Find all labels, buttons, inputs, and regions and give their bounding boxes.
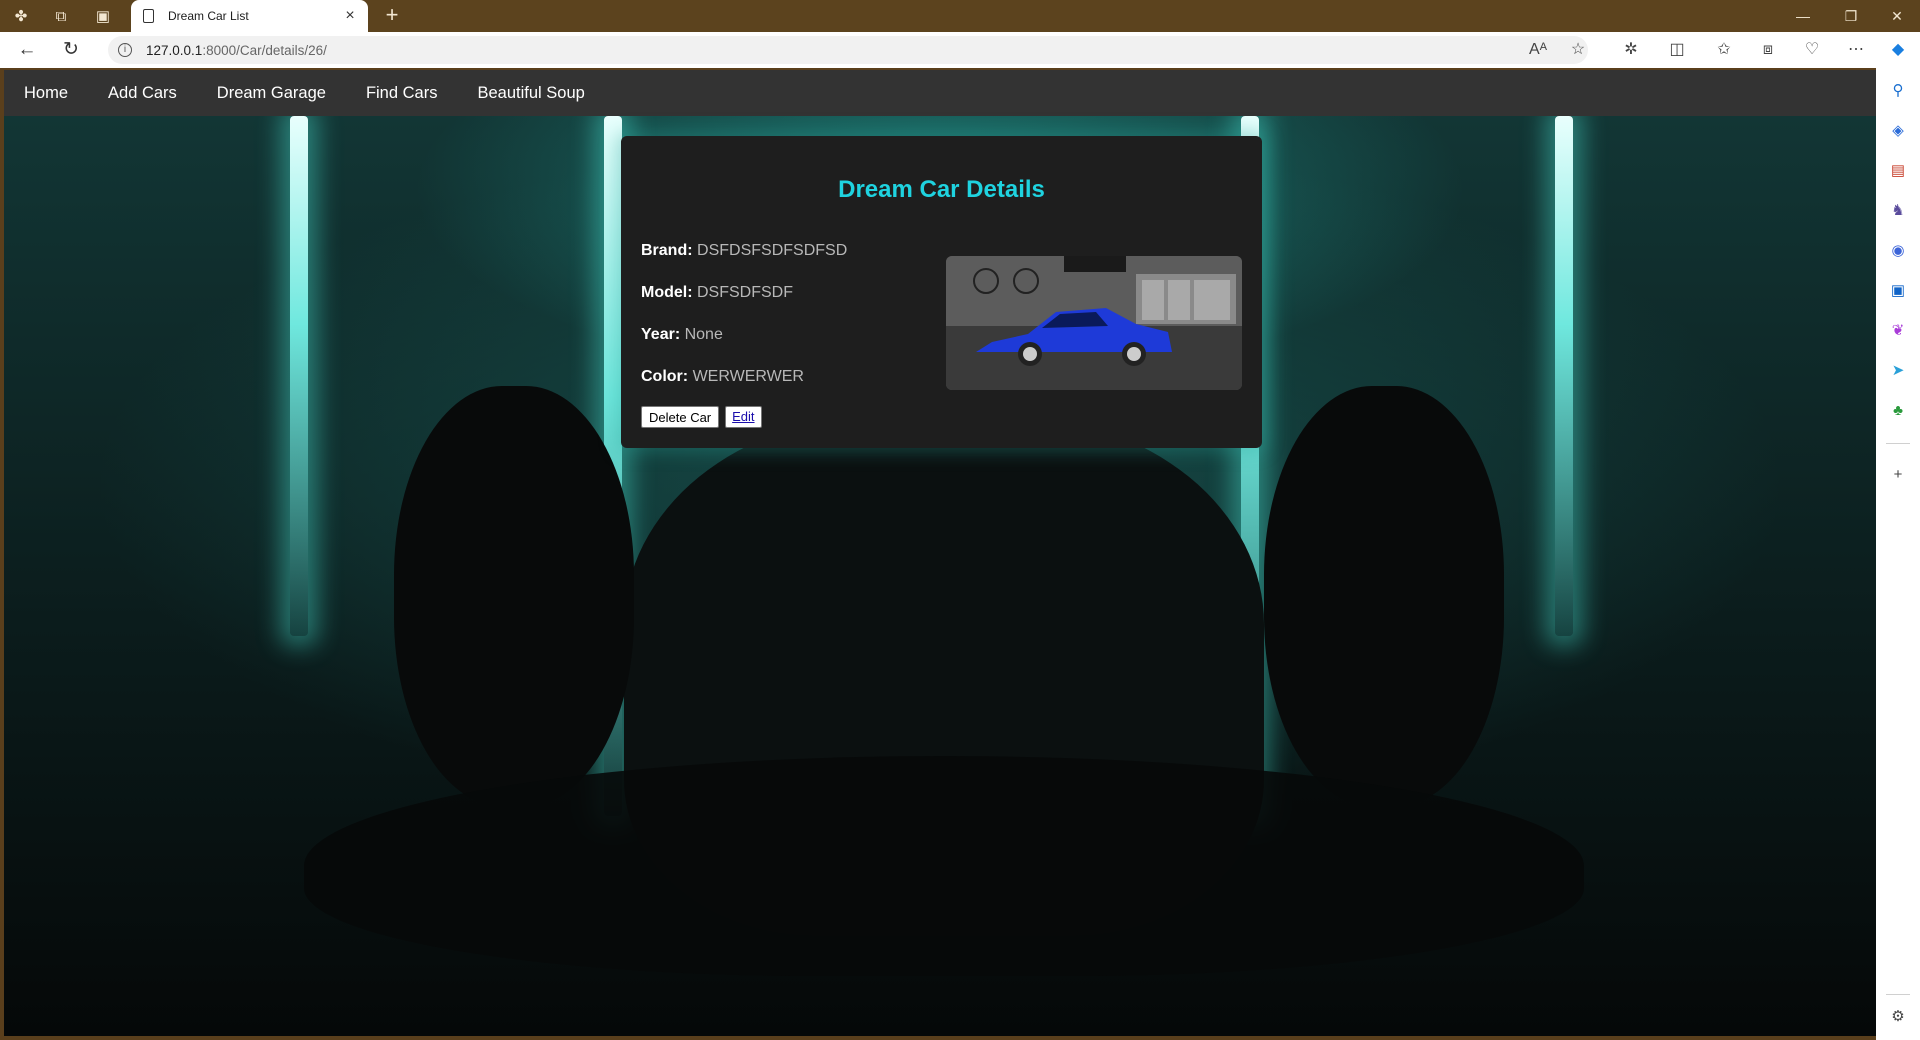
read-aloud-icon[interactable]: Aᴬ	[1526, 38, 1550, 62]
favorite-star-icon[interactable]: ☆	[1566, 38, 1590, 62]
nav-add-cars[interactable]: Add Cars	[88, 70, 197, 116]
car-silhouette-wheel-right	[1264, 386, 1504, 806]
color-label: Color:	[641, 368, 689, 385]
refresh-icon[interactable]: ↻	[58, 38, 84, 62]
copilot-icon[interactable]: ◆	[1886, 38, 1910, 62]
car-image	[946, 256, 1242, 390]
sidebar-divider	[1886, 994, 1910, 995]
card-title: Dream Car Details	[838, 176, 1045, 203]
model-value: DSFSDFSDF	[697, 284, 793, 301]
page-viewport: Home Add Cars Dream Garage Find Cars Bea…	[4, 70, 1876, 1036]
color-field: Color: WERWERWER	[641, 368, 804, 386]
tab-actions-icon[interactable]: ▣	[92, 5, 114, 27]
send-icon[interactable]: ➤	[1887, 360, 1909, 382]
car-details-card: Dream Car Details Brand: DSFDSFSDFSDFSD …	[621, 136, 1262, 448]
tag-icon[interactable]: ◈	[1887, 120, 1909, 142]
collections-icon[interactable]: ⧈	[1756, 38, 1780, 62]
year-label: Year:	[641, 326, 681, 343]
browser-tab[interactable]: Dream Car List ×	[131, 0, 368, 32]
car-illustration	[946, 256, 1242, 390]
site-info-icon[interactable]: i	[118, 43, 132, 57]
settings-icon[interactable]: ⚙	[1887, 1006, 1909, 1028]
search-icon[interactable]: ⚲	[1887, 80, 1909, 102]
outlook-icon[interactable]: ▣	[1887, 280, 1909, 302]
address-toolbar: ← ↻ i 127.0.0.1:8000/Car/details/26/ Aᴬ …	[0, 32, 1920, 68]
favorites-icon[interactable]: ✩	[1712, 38, 1736, 62]
nav-home[interactable]: Home	[4, 70, 88, 116]
url-path: :8000/Car/details/26/	[202, 42, 327, 58]
car-silhouette-wing	[304, 756, 1584, 976]
brand-field: Brand: DSFDSFSDFSDFSD	[641, 242, 847, 260]
address-bar[interactable]: i 127.0.0.1:8000/Car/details/26/	[108, 36, 1588, 64]
more-menu-icon[interactable]: ⋯	[1844, 38, 1868, 62]
car-silhouette-wheel-left	[394, 386, 634, 806]
plus-icon[interactable]: +	[1887, 464, 1909, 486]
neon-light	[290, 116, 308, 636]
sidebar-divider	[1886, 443, 1910, 444]
drop-icon[interactable]: ❦	[1887, 320, 1909, 342]
profile-icon[interactable]: ✤	[10, 5, 32, 27]
toolbox-icon[interactable]: ▤	[1887, 160, 1909, 182]
page-icon	[143, 9, 154, 23]
year-field: Year: None	[641, 326, 723, 344]
delete-car-button[interactable]: Delete Car	[641, 406, 720, 428]
extensions-icon[interactable]: ✲	[1619, 38, 1643, 62]
minimize-icon[interactable]: —	[1788, 6, 1818, 26]
nav-find-cars[interactable]: Find Cars	[346, 70, 458, 116]
tab-title: Dream Car List	[168, 9, 249, 23]
brand-value: DSFDSFSDFSDFSD	[697, 242, 848, 259]
nav-dream-garage[interactable]: Dream Garage	[197, 70, 346, 116]
restore-icon[interactable]: ❐	[1836, 6, 1866, 26]
browser-titlebar: ✤ ⧉ ▣ Dream Car List × + — ❐ ✕	[0, 0, 1920, 32]
chess-icon[interactable]: ♞	[1887, 200, 1909, 222]
new-tab-icon[interactable]: +	[380, 4, 404, 28]
browser-sidebar: ⚲ ◈ ▤ ♞ ◉ ▣ ❦ ➤ ♣ + ⚙	[1876, 68, 1920, 1040]
close-window-icon[interactable]: ✕	[1882, 6, 1912, 26]
nav-beautiful-soup[interactable]: Beautiful Soup	[457, 70, 604, 116]
edit-button[interactable]: Edit	[725, 406, 762, 428]
url-host: 127.0.0.1	[146, 42, 203, 58]
site-navbar: Home Add Cars Dream Garage Find Cars Bea…	[4, 70, 1876, 116]
model-label: Model:	[641, 284, 693, 301]
year-value: None	[684, 326, 723, 343]
model-field: Model: DSFSDFSDF	[641, 284, 793, 302]
close-tab-icon[interactable]: ×	[340, 7, 360, 25]
split-screen-icon[interactable]: ◫	[1665, 38, 1689, 62]
color-value: WERWERWER	[692, 368, 804, 385]
circle-icon[interactable]: ◉	[1887, 240, 1909, 262]
tree-icon[interactable]: ♣	[1887, 400, 1909, 422]
action-buttons: Delete Car Edit	[641, 406, 762, 428]
performance-icon[interactable]: ♡	[1800, 38, 1824, 62]
brand-label: Brand:	[641, 242, 693, 259]
back-icon[interactable]: ←	[14, 38, 40, 62]
neon-light	[1555, 116, 1573, 636]
edit-link[interactable]: Edit	[732, 409, 754, 424]
workspaces-icon[interactable]: ⧉	[50, 5, 72, 27]
